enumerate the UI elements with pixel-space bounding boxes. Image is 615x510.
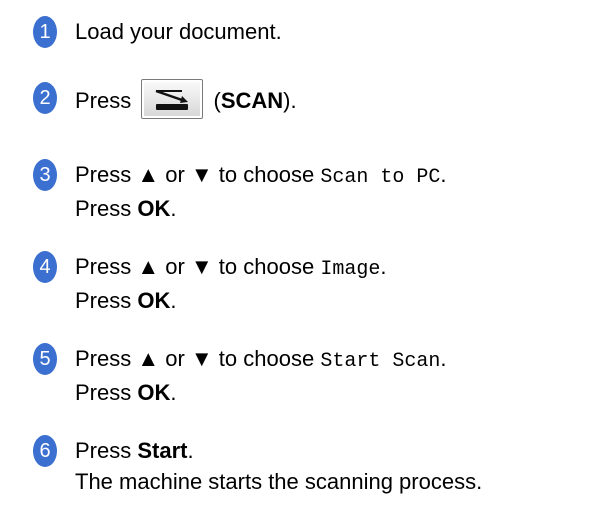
ok-key-label: OK	[137, 288, 171, 313]
step-number-badge: 2	[33, 82, 57, 114]
paren-close: ).	[283, 87, 297, 113]
step-line: Press Start.	[75, 435, 482, 466]
step-text: Press Start. The machine starts the scan…	[75, 435, 482, 497]
line-text: Press	[75, 438, 138, 463]
step-line: Load your document.	[75, 19, 282, 44]
scan-key-label: SCAN	[220, 87, 284, 113]
line-text: Press ▲ or ▼ to choose	[75, 346, 321, 371]
line-suffix: .	[440, 346, 447, 371]
step-line: Press ▲ or ▼ to choose Start Scan.	[75, 343, 446, 377]
step-line: Press OK.	[75, 285, 386, 316]
step-text: Press ▲ or ▼ to choose Image. Press OK.	[75, 251, 386, 316]
step-text: Press (SCAN).	[75, 79, 297, 122]
menu-option: Start Scan	[320, 350, 441, 373]
ok-key-label: OK	[137, 380, 171, 405]
line-suffix: .	[380, 254, 387, 279]
line-text: Press	[75, 288, 138, 313]
line-text: Press	[75, 380, 138, 405]
scan-key-button	[141, 79, 204, 119]
line-suffix: .	[187, 438, 194, 463]
step-line: Press ▲ or ▼ to choose Scan to PC.	[75, 159, 446, 193]
line-suffix: .	[170, 288, 177, 313]
menu-option: Image	[320, 258, 381, 281]
step-line: Press OK.	[75, 377, 446, 408]
line-text: Press	[75, 196, 138, 221]
step-number-badge: 3	[33, 159, 57, 191]
menu-option: Scan to PC	[320, 166, 441, 189]
step-line: Press OK.	[75, 193, 446, 224]
step-text: Load your document.	[75, 16, 282, 47]
line-text: Press ▲ or ▼ to choose	[75, 254, 321, 279]
step-text: Press ▲ or ▼ to choose Scan to PC. Press…	[75, 159, 446, 224]
step-line: The machine starts the scanning process.	[75, 469, 483, 494]
ok-key-label: OK	[137, 196, 171, 221]
paren-open: (	[207, 87, 221, 113]
line-text: Press ▲ or ▼ to choose	[75, 162, 321, 187]
step-text: Press ▲ or ▼ to choose Start Scan. Press…	[75, 343, 446, 408]
line-suffix: .	[170, 380, 177, 405]
scan-icon	[155, 89, 189, 110]
start-key-label: Start	[137, 438, 188, 463]
step-number-badge: 4	[33, 251, 57, 283]
line-suffix: .	[170, 196, 177, 221]
line-suffix: .	[440, 162, 447, 187]
step-number-badge: 5	[33, 343, 57, 375]
step-line: Press ▲ or ▼ to choose Image.	[75, 251, 386, 285]
step-number-badge: 6	[33, 435, 57, 467]
step-number-badge: 1	[33, 16, 57, 48]
step-press-label: Press	[75, 87, 132, 113]
